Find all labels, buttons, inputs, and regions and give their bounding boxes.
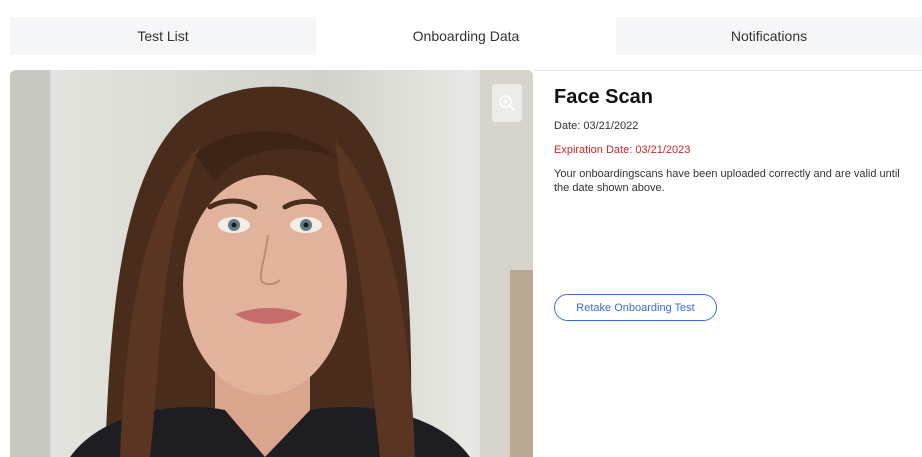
tab-test-list[interactable]: Test List: [10, 17, 316, 55]
retake-onboarding-test-button[interactable]: Retake Onboarding Test: [554, 294, 717, 321]
tab-notifications[interactable]: Notifications: [616, 17, 922, 55]
scan-title: Face Scan: [554, 86, 653, 108]
zoom-in-icon: [499, 95, 515, 111]
portrait-illustration: [10, 70, 533, 457]
expiration-date: Expiration Date: 03/21/2023: [554, 144, 691, 156]
scan-info-panel: Face Scan Date: 03/21/2022 Expiration Da…: [554, 86, 914, 195]
scan-date: Date: 03/21/2022: [554, 120, 639, 132]
tab-bar: Test List Onboarding Data Notifications: [10, 17, 922, 55]
face-scan-image: [10, 70, 533, 457]
scan-description: Your onboardingscans have been uploaded …: [554, 168, 900, 194]
zoom-in-button[interactable]: [492, 84, 522, 122]
tab-onboarding-data[interactable]: Onboarding Data: [316, 17, 616, 55]
content-divider: [533, 70, 922, 71]
